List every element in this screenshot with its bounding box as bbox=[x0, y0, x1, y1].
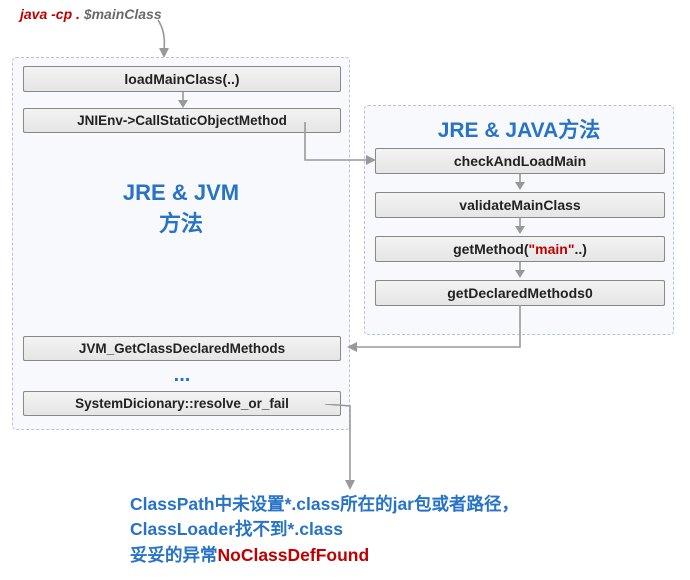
arrow-getmethod-to-declared0 bbox=[510, 262, 530, 280]
conclusion-text: ClassPath中未设置*.class所在的jar包或者路径， ClassLo… bbox=[130, 492, 630, 568]
arrow-cmd-to-load bbox=[150, 18, 180, 60]
panel-jvm-title: JRE & JVM 方法 bbox=[13, 178, 349, 240]
node-validateMainClass: validateMainClass bbox=[375, 192, 665, 218]
command-mainclass: $mainClass bbox=[84, 6, 162, 22]
node-systemdict: SystemDicionary::resolve_or_fail bbox=[23, 391, 341, 416]
conclusion-l2: ClassLoader找不到*.class bbox=[130, 519, 343, 539]
command-java: java -cp . bbox=[20, 6, 84, 22]
getmethod-main: "main" bbox=[529, 241, 575, 257]
panel-java: JRE & JAVA方法 checkAndLoadMain validateMa… bbox=[364, 105, 674, 335]
conclusion-l3a: 妥妥的异常 bbox=[130, 545, 218, 565]
panel-jvm: JRE & JVM 方法 loadMainClass(..) JNIEnv->C… bbox=[12, 57, 350, 430]
conclusion-l1: ClassPath中未设置*.class所在的jar包或者路径， bbox=[130, 494, 519, 514]
conclusion-error: NoClassDefFound bbox=[218, 545, 370, 565]
getmethod-prefix: getMethod( bbox=[453, 241, 528, 257]
node-jnienv: JNIEnv->CallStaticObjectMethod bbox=[23, 108, 341, 133]
panel-java-title: JRE & JAVA方法 bbox=[365, 114, 673, 144]
getmethod-suffix: ..) bbox=[574, 241, 586, 257]
panel-jvm-title-l2: 方法 bbox=[159, 211, 203, 236]
node-getMethod: getMethod("main"..) bbox=[375, 236, 665, 262]
node-checkAndLoadMain: checkAndLoadMain bbox=[375, 148, 665, 174]
ellipsis: ... bbox=[23, 364, 341, 387]
panel-jvm-title-l1: JRE & JVM bbox=[123, 180, 239, 205]
node-jvm-getdeclared: JVM_GetClassDeclaredMethods bbox=[23, 336, 341, 361]
command-text: java -cp . $mainClass bbox=[20, 6, 162, 22]
arrow-check-to-validate bbox=[510, 174, 530, 192]
node-loadMainClass: loadMainClass(..) bbox=[23, 66, 341, 92]
node-getDeclaredMethods0: getDeclaredMethods0 bbox=[375, 280, 665, 306]
arrow-validate-to-getmethod bbox=[510, 218, 530, 236]
